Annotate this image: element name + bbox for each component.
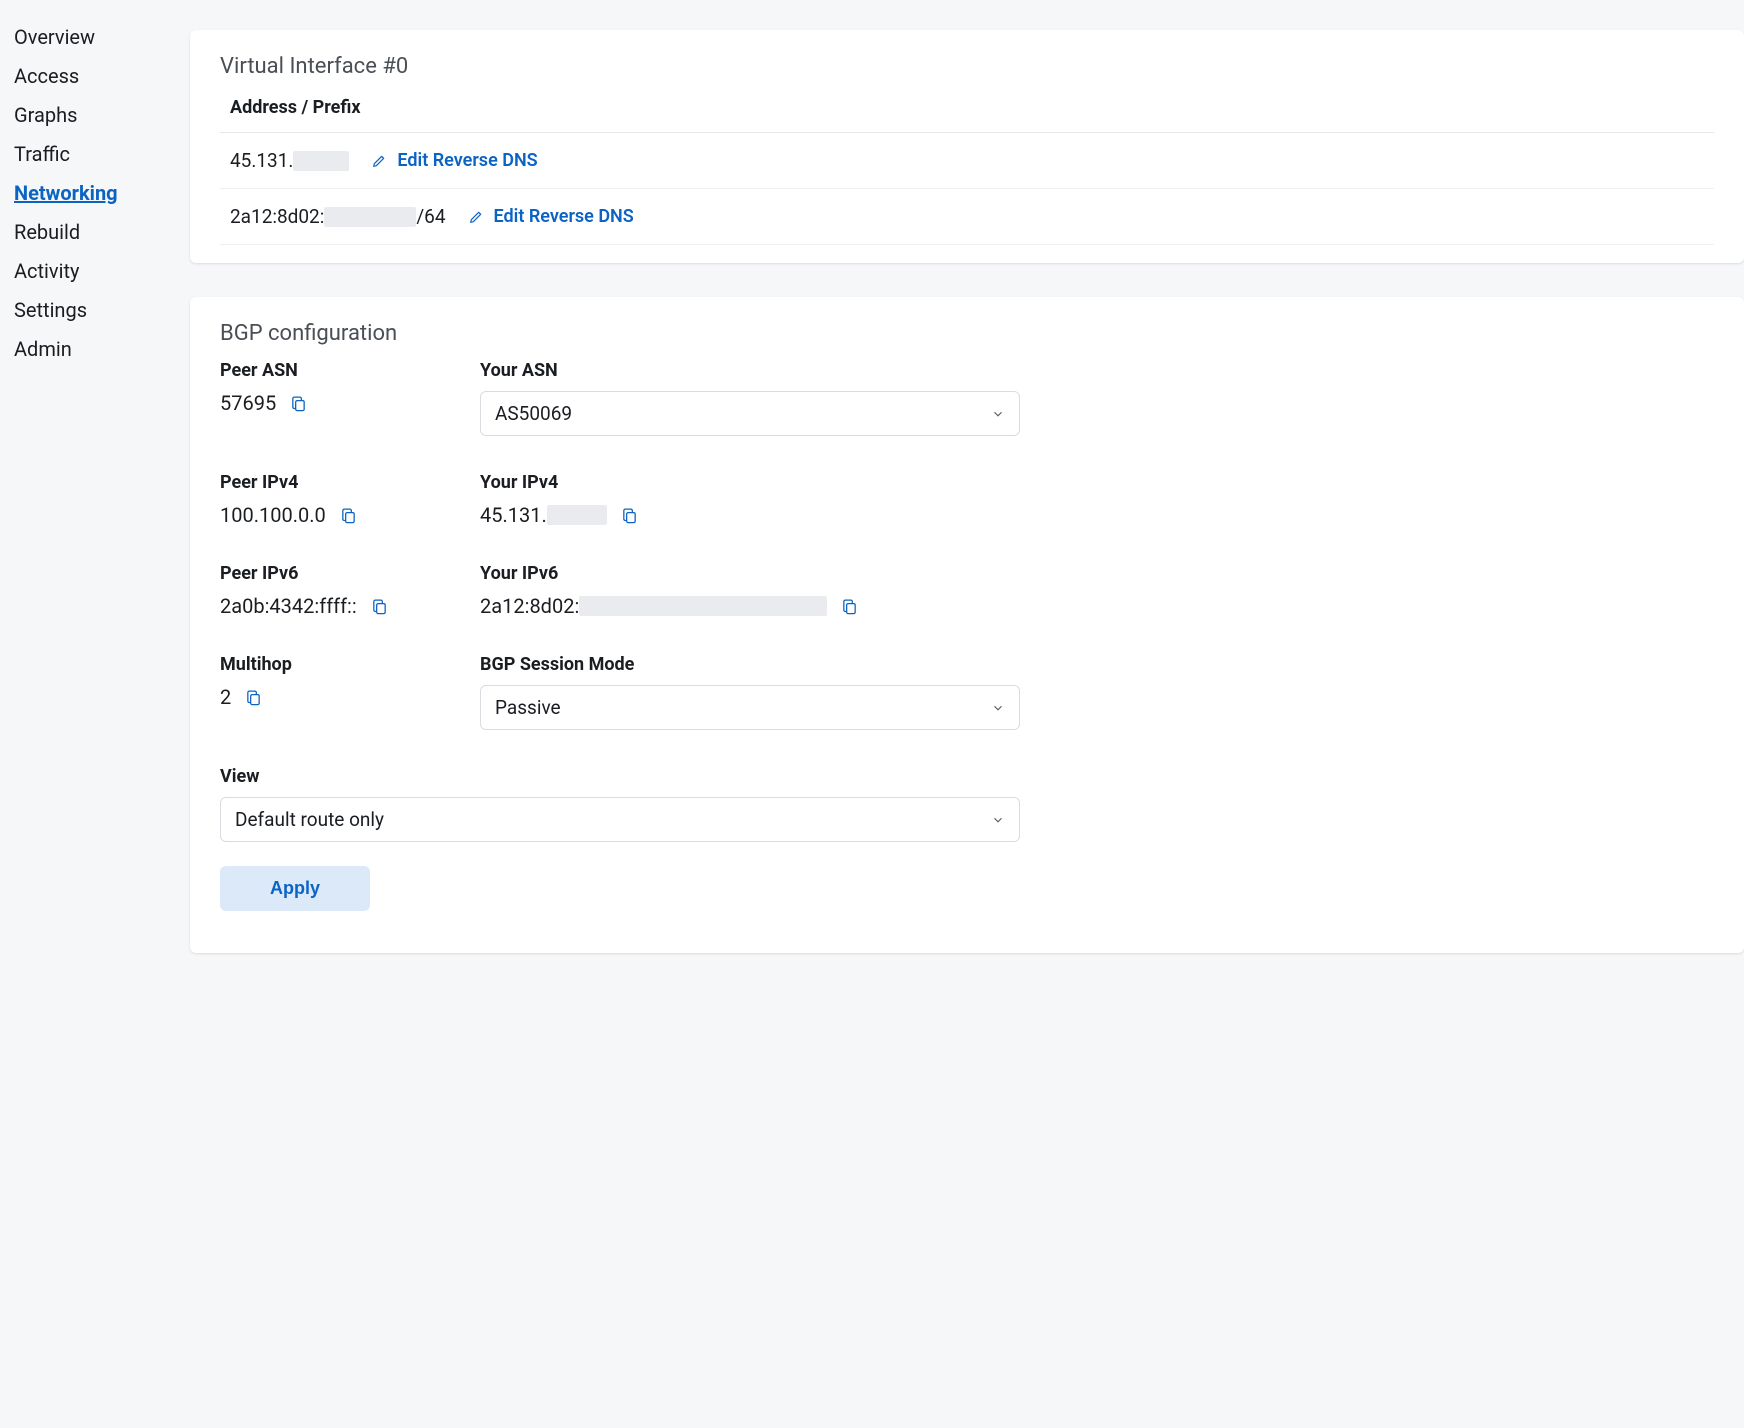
your-asn-select[interactable]: AS50069	[480, 391, 1020, 436]
session-mode-select[interactable]: Passive	[480, 685, 1020, 730]
session-mode-value: Passive	[495, 696, 561, 719]
your-ipv4-label: Your IPv4	[480, 472, 1020, 493]
peer-ipv4-label: Peer IPv4	[220, 472, 480, 493]
copy-icon[interactable]	[841, 597, 858, 616]
view-select[interactable]: Default route only	[220, 797, 1020, 842]
apply-row: Apply	[220, 866, 1020, 911]
chevron-down-icon	[991, 701, 1005, 715]
redacted-segment	[579, 596, 827, 616]
sidebar-item-traffic[interactable]: Traffic	[14, 135, 190, 174]
address-value: 2a12:8d02: /64	[230, 205, 446, 228]
address-row: 45.131. Edit Reverse DNS	[220, 133, 1714, 189]
main-content: Virtual Interface #0 Address / Prefix 45…	[190, 0, 1744, 1428]
session-mode-field: BGP Session Mode Passive	[480, 654, 1020, 730]
multihop-value: 2	[220, 685, 231, 709]
view-field: View Default route only	[220, 766, 1020, 842]
peer-asn-field: Peer ASN 57695	[220, 360, 480, 436]
sidebar-item-rebuild[interactable]: Rebuild	[14, 213, 190, 252]
address-prefix-header: Address / Prefix	[220, 93, 1714, 133]
apply-button[interactable]: Apply	[220, 866, 370, 911]
copy-icon[interactable]	[371, 597, 388, 616]
pencil-icon	[371, 153, 387, 169]
your-asn-field: Your ASN AS50069	[480, 360, 1020, 436]
address-row: 2a12:8d02: /64 Edit Reverse DNS	[220, 189, 1714, 245]
address-value: 45.131.	[230, 149, 349, 172]
session-mode-label: BGP Session Mode	[480, 654, 1020, 675]
redacted-segment	[547, 505, 607, 525]
virtual-interface-card: Virtual Interface #0 Address / Prefix 45…	[190, 30, 1744, 263]
multihop-field: Multihop 2	[220, 654, 480, 730]
sidebar-item-networking[interactable]: Networking	[14, 174, 190, 213]
your-ipv4-value: 45.131.	[480, 503, 547, 527]
peer-asn-label: Peer ASN	[220, 360, 480, 381]
view-value: Default route only	[235, 808, 384, 831]
your-asn-label: Your ASN	[480, 360, 1020, 381]
your-ipv6-label: Your IPv6	[480, 563, 1020, 584]
view-label: View	[220, 766, 1020, 787]
bgp-config-card: BGP configuration Peer ASN 57695 Your AS…	[190, 297, 1744, 953]
your-asn-value: AS50069	[495, 402, 572, 425]
edit-reverse-dns-link[interactable]: Edit Reverse DNS	[371, 150, 537, 171]
peer-asn-value: 57695	[220, 391, 276, 415]
sidebar-item-settings[interactable]: Settings	[14, 291, 190, 330]
sidebar-item-overview[interactable]: Overview	[14, 18, 190, 57]
your-ipv6-value: 2a12:8d02:	[480, 594, 579, 618]
peer-ipv4-value: 100.100.0.0	[220, 503, 326, 527]
sidebar-item-graphs[interactable]: Graphs	[14, 96, 190, 135]
virtual-interface-title: Virtual Interface #0	[220, 54, 1714, 79]
copy-icon[interactable]	[245, 688, 262, 707]
peer-ipv6-field: Peer IPv6 2a0b:4342:ffff::	[220, 563, 480, 618]
sidebar: Overview Access Graphs Traffic Networkin…	[0, 0, 190, 1428]
copy-icon[interactable]	[290, 394, 307, 413]
your-ipv4-field: Your IPv4 45.131.	[480, 472, 1020, 527]
bgp-title: BGP configuration	[220, 321, 1714, 346]
chevron-down-icon	[991, 407, 1005, 421]
pencil-icon	[468, 209, 484, 225]
redacted-segment	[324, 207, 416, 227]
peer-ipv6-value: 2a0b:4342:ffff::	[220, 594, 357, 618]
peer-ipv4-field: Peer IPv4 100.100.0.0	[220, 472, 480, 527]
redacted-segment	[293, 151, 349, 171]
sidebar-item-activity[interactable]: Activity	[14, 252, 190, 291]
copy-icon[interactable]	[621, 506, 638, 525]
chevron-down-icon	[991, 813, 1005, 827]
sidebar-item-admin[interactable]: Admin	[14, 330, 190, 369]
sidebar-item-access[interactable]: Access	[14, 57, 190, 96]
your-ipv6-field: Your IPv6 2a12:8d02:	[480, 563, 1020, 618]
peer-ipv6-label: Peer IPv6	[220, 563, 480, 584]
copy-icon[interactable]	[340, 506, 357, 525]
edit-reverse-dns-link[interactable]: Edit Reverse DNS	[468, 206, 634, 227]
multihop-label: Multihop	[220, 654, 480, 675]
